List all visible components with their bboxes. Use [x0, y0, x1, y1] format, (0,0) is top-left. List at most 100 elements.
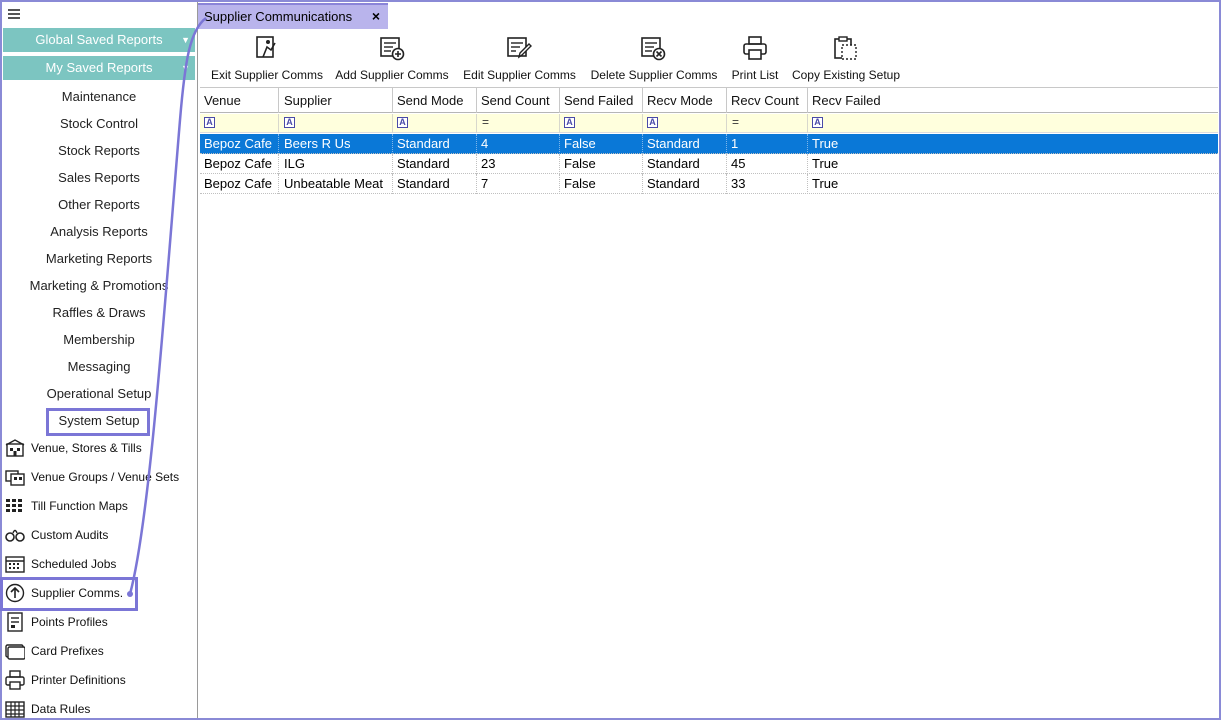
- toolbar-label: Exit Supplier Comms: [210, 68, 324, 82]
- equals-filter-icon[interactable]: =: [732, 115, 739, 129]
- sidebar-section-analysis-reports[interactable]: Analysis Reports: [2, 222, 196, 242]
- filter-cell[interactable]: A: [393, 114, 477, 133]
- tab-title: Supplier Communications: [204, 9, 353, 24]
- filter-cell[interactable]: A: [643, 114, 727, 133]
- table-row[interactable]: Bepoz Cafe ILG Standard 23 False Standar…: [200, 154, 1218, 174]
- text-filter-icon[interactable]: A: [204, 117, 215, 128]
- chevron-down-icon: ▼: [181, 35, 190, 45]
- sidebar-section-stock-reports[interactable]: Stock Reports: [2, 141, 196, 161]
- column-header-venue[interactable]: Venue: [200, 88, 279, 113]
- filter-cell[interactable]: A: [280, 114, 393, 133]
- sidebar-item-venue-groups[interactable]: Venue Groups / Venue Sets: [2, 465, 196, 489]
- sidebar-item-label: Scheduled Jobs: [31, 557, 117, 571]
- delete-supplier-comms-button[interactable]: Delete Supplier Comms: [585, 30, 723, 86]
- sidebar-section-operational-setup[interactable]: Operational Setup: [2, 384, 196, 404]
- text-filter-icon[interactable]: A: [647, 117, 658, 128]
- print-list-button[interactable]: Print List: [727, 30, 783, 86]
- global-saved-reports-button[interactable]: Global Saved Reports ▼: [3, 28, 195, 52]
- printer-icon: [742, 35, 768, 61]
- sidebar-section-marketing-reports[interactable]: Marketing Reports: [2, 249, 196, 269]
- cell-recv-mode: Standard: [643, 134, 727, 154]
- sidebar-item-venue-stores-tills[interactable]: Venue, Stores & Tills: [2, 436, 196, 460]
- filter-row: A A A = A A = A: [200, 114, 1218, 133]
- text-filter-icon[interactable]: A: [812, 117, 823, 128]
- cell-venue: Bepoz Cafe: [200, 154, 279, 174]
- sidebar-item-label: Venue Groups / Venue Sets: [31, 470, 180, 484]
- column-header-recv-failed[interactable]: Recv Failed: [808, 88, 1218, 113]
- text-filter-icon[interactable]: A: [397, 117, 408, 128]
- sidebar-item-label: Points Profiles: [31, 615, 108, 629]
- sidebar-item-card-prefixes[interactable]: Card Prefixes: [2, 639, 196, 663]
- sidebar-item-label: Printer Definitions: [31, 673, 126, 687]
- sidebar-item-custom-audits[interactable]: Custom Audits: [2, 523, 196, 547]
- sidebar-section-membership[interactable]: Membership: [2, 330, 196, 350]
- sidebar-item-data-rules[interactable]: Data Rules: [2, 697, 196, 718]
- global-saved-reports-label: Global Saved Reports: [35, 32, 163, 47]
- cell-recv-mode: Standard: [643, 174, 727, 194]
- cell-venue: Bepoz Cafe: [200, 134, 279, 154]
- filter-cell[interactable]: A: [808, 114, 1218, 133]
- cell-send-mode: Standard: [393, 134, 477, 154]
- copy-existing-setup-button[interactable]: Copy Existing Setup: [789, 30, 903, 86]
- equals-filter-icon[interactable]: =: [482, 115, 489, 129]
- add-list-icon: [379, 35, 405, 61]
- my-saved-reports-button[interactable]: My Saved Reports ▼: [3, 56, 195, 80]
- sidebar-item-label: Venue, Stores & Tills: [31, 441, 142, 455]
- cell-supplier: Unbeatable Meat: [280, 174, 393, 194]
- chevron-down-icon: ▼: [181, 63, 190, 73]
- cell-recv-failed: True: [812, 156, 839, 171]
- sidebar-item-label: Data Rules: [31, 702, 91, 716]
- sidebar-section-stock-control[interactable]: Stock Control: [2, 114, 196, 134]
- text-filter-icon[interactable]: A: [564, 117, 575, 128]
- cell-recv-mode: Standard: [643, 154, 727, 174]
- cell-recv-count: 33: [727, 174, 808, 194]
- sidebar-item-till-function-maps[interactable]: Till Function Maps: [2, 494, 196, 518]
- sidebar-item-printer-definitions[interactable]: Printer Definitions: [2, 668, 196, 692]
- cell-supplier: ILG: [280, 154, 393, 174]
- sidebar-section-marketing-promotions[interactable]: Marketing & Promotions: [2, 276, 196, 296]
- toolbar-label: Print List: [731, 68, 779, 82]
- edit-supplier-comms-button[interactable]: Edit Supplier Comms: [458, 30, 581, 86]
- filter-cell[interactable]: A: [560, 114, 643, 133]
- column-header-recv-count[interactable]: Recv Count: [727, 88, 808, 113]
- exit-supplier-comms-button[interactable]: Exit Supplier Comms: [204, 30, 330, 86]
- delete-list-icon: [640, 35, 666, 61]
- hamburger-icon[interactable]: [8, 9, 20, 19]
- card-icon: [4, 641, 26, 661]
- text-filter-icon[interactable]: A: [284, 117, 295, 128]
- sidebar-section-other-reports[interactable]: Other Reports: [2, 195, 196, 215]
- toolbar-label: Delete Supplier Comms: [590, 68, 718, 82]
- column-header-recv-mode[interactable]: Recv Mode: [643, 88, 727, 113]
- filter-cell[interactable]: =: [477, 114, 560, 133]
- column-header-supplier[interactable]: Supplier: [280, 88, 393, 113]
- supplier-comms-highlight: [0, 577, 138, 611]
- cell-send-count: 7: [477, 174, 560, 194]
- sidebar-item-points-profiles[interactable]: Points Profiles: [2, 610, 196, 634]
- sidebar-section-raffles-draws[interactable]: Raffles & Draws: [2, 303, 196, 323]
- filter-cell[interactable]: =: [727, 114, 808, 133]
- venue-groups-icon: [4, 467, 26, 487]
- system-setup-highlight: [46, 408, 150, 436]
- copy-clipboard-icon: [832, 35, 858, 61]
- sidebar-section-messaging[interactable]: Messaging: [2, 357, 196, 377]
- cell-recv-count: 45: [727, 154, 808, 174]
- toolbar-label: Edit Supplier Comms: [463, 68, 576, 82]
- column-header-send-mode[interactable]: Send Mode: [393, 88, 477, 113]
- cell-send-failed: False: [560, 174, 643, 194]
- column-header-send-count[interactable]: Send Count: [477, 88, 560, 113]
- table-row[interactable]: Bepoz Cafe Unbeatable Meat Standard 7 Fa…: [200, 174, 1218, 194]
- tab-supplier-communications[interactable]: Supplier Communications ×: [198, 3, 388, 29]
- sidebar-section-maintenance[interactable]: Maintenance: [2, 87, 196, 107]
- sidebar-item-label: Till Function Maps: [31, 499, 128, 513]
- add-supplier-comms-button[interactable]: Add Supplier Comms: [331, 30, 453, 86]
- cell-send-count: 4: [477, 134, 560, 154]
- sidebar-section-sales-reports[interactable]: Sales Reports: [2, 168, 196, 188]
- sidebar-item-scheduled-jobs[interactable]: Scheduled Jobs: [2, 552, 196, 576]
- filter-cell[interactable]: A: [200, 114, 279, 133]
- column-header-send-failed[interactable]: Send Failed: [560, 88, 643, 113]
- sidebar-item-label: Custom Audits: [31, 528, 109, 542]
- table-row[interactable]: Bepoz Cafe Beers R Us Standard 4 False S…: [200, 134, 1218, 154]
- close-icon[interactable]: ×: [372, 8, 380, 24]
- venue-icon: [4, 438, 26, 458]
- cell-send-failed: False: [560, 154, 643, 174]
